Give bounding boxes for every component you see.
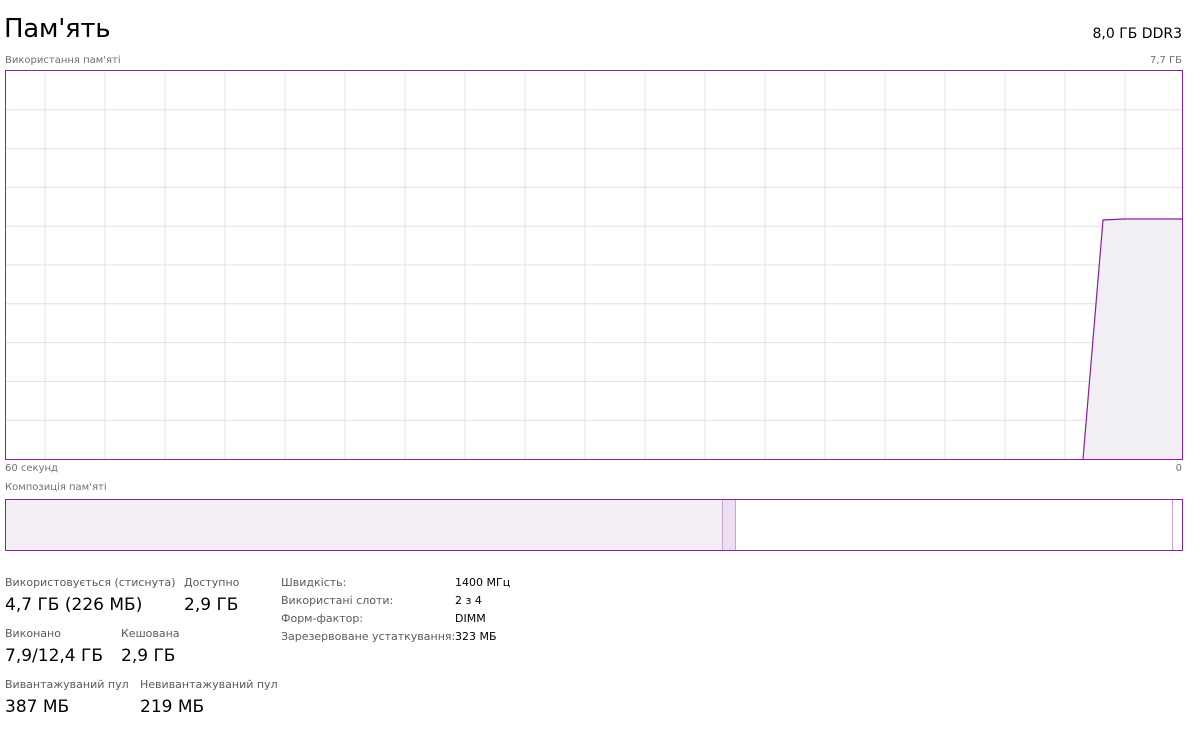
nonpaged-pool-value: 219 МБ bbox=[140, 697, 205, 717]
slots-value: 2 з 4 bbox=[455, 594, 482, 607]
available-label: Доступно bbox=[184, 576, 240, 589]
memory-composition-label: Композиція пам'яті bbox=[5, 482, 107, 493]
composition-standby-segment[interactable] bbox=[736, 500, 1172, 550]
memory-usage-area bbox=[1083, 219, 1182, 459]
committed-value: 7,9/12,4 ГБ bbox=[5, 646, 104, 666]
paged-pool-label: Вивантажуваний пул bbox=[5, 678, 129, 691]
nonpaged-pool-label: Невивантажуваний пул bbox=[140, 678, 278, 691]
reserved-label: Зарезервоване устаткування: bbox=[281, 630, 456, 643]
speed-value: 1400 МГц bbox=[455, 576, 511, 589]
memory-usage-graph-svg bbox=[6, 71, 1182, 459]
memory-usage-graph bbox=[5, 70, 1183, 460]
cached-label: Кешована bbox=[121, 627, 180, 640]
paged-pool-value: 387 МБ bbox=[5, 697, 70, 717]
composition-in-use-segment[interactable] bbox=[6, 500, 723, 550]
in-use-value: 4,7 ГБ (226 МБ) bbox=[5, 595, 143, 615]
graph-grid bbox=[6, 71, 1182, 459]
form-factor-value: DIMM bbox=[455, 612, 486, 625]
available-value: 2,9 ГБ bbox=[184, 595, 239, 615]
memory-type-label: 8,0 ГБ DDR3 bbox=[1092, 26, 1182, 42]
page-title: Пам'ять bbox=[4, 14, 111, 44]
reserved-value: 323 МБ bbox=[455, 630, 497, 643]
graph-time-right-label: 0 bbox=[1175, 463, 1182, 474]
form-factor-label: Форм-фактор: bbox=[281, 612, 364, 625]
memory-composition-bar[interactable] bbox=[5, 499, 1183, 551]
memory-max-label: 7,7 ГБ bbox=[1149, 55, 1182, 66]
speed-label: Швидкість: bbox=[281, 576, 347, 589]
memory-usage-label: Використання пам'яті bbox=[5, 55, 121, 66]
graph-time-left-label: 60 секунд bbox=[5, 463, 58, 474]
slots-label: Використані слоти: bbox=[281, 594, 394, 607]
composition-free-segment[interactable] bbox=[1172, 500, 1182, 550]
cached-value: 2,9 ГБ bbox=[121, 646, 176, 666]
composition-modified-segment[interactable] bbox=[723, 500, 736, 550]
in-use-label: Використовується (стиснута) bbox=[5, 576, 176, 589]
committed-label: Виконано bbox=[5, 627, 61, 640]
